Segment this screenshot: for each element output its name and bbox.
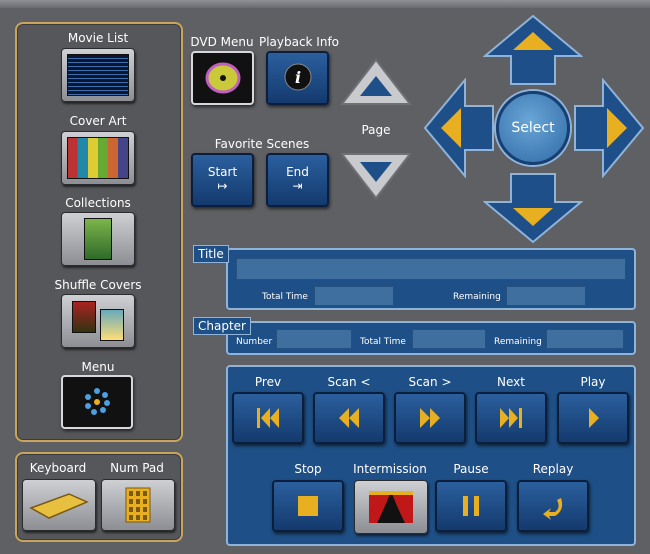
info-icon: i [284, 63, 312, 91]
prev-button[interactable] [232, 392, 304, 444]
intermission-label: Intermission [353, 462, 427, 476]
numpad-button[interactable] [101, 479, 175, 531]
dpad-up-button[interactable] [483, 14, 583, 86]
stop-label: Stop [294, 462, 322, 476]
pause-label: Pause [453, 462, 489, 476]
stop-icon [298, 496, 318, 516]
menu-icon [85, 388, 110, 415]
rewind-icon [339, 408, 359, 428]
title-tag: Title [193, 245, 229, 263]
page-up-button[interactable] [340, 58, 412, 106]
chapter-remaining-label: Remaining [494, 337, 542, 347]
keyboard-icon [29, 493, 89, 519]
favorite-scenes-label: Favorite Scenes [214, 137, 310, 151]
chapter-number-label: Number [236, 337, 273, 347]
replay-icon [543, 498, 563, 520]
select-button[interactable]: Select [496, 91, 570, 165]
disc-icon [205, 62, 241, 94]
menu-button[interactable] [61, 375, 133, 429]
next-label: Next [497, 375, 525, 389]
end-scene-label: End [286, 165, 309, 179]
chapter-remaining-field [546, 329, 624, 349]
playback-info-label: Playback Info [258, 35, 340, 49]
fast-forward-icon [420, 408, 440, 428]
chapter-tag: Chapter [193, 317, 251, 335]
collections-icon [84, 218, 112, 260]
play-icon [589, 408, 599, 428]
play-label: Play [580, 375, 606, 389]
skip-forward-icon [500, 408, 522, 428]
curtain-icon [369, 491, 413, 523]
collections-button[interactable] [61, 212, 135, 266]
chapter-number-field [276, 329, 352, 349]
start-scene-label: Start [207, 165, 238, 179]
dvd-menu-button[interactable] [191, 51, 254, 105]
dpad-down-button[interactable] [483, 172, 583, 244]
replay-button[interactable] [517, 480, 589, 532]
collections-label: Collections [65, 196, 131, 210]
keyboard-label: Keyboard [29, 461, 87, 475]
skip-back-icon [257, 408, 279, 428]
prev-label: Prev [254, 375, 282, 389]
end-arrow-icon: ⇥ [292, 179, 303, 193]
shuffle-covers-icon [72, 301, 96, 333]
cover-art-icon [67, 137, 129, 179]
select-label: Select [511, 120, 555, 136]
playback-info-button[interactable]: i [266, 51, 329, 105]
start-scene-button[interactable]: Start ↦ [191, 153, 254, 207]
numpad-label: Num Pad [110, 461, 164, 475]
play-button[interactable] [557, 392, 629, 444]
dpad-right-button[interactable] [573, 78, 645, 178]
page-down-button[interactable] [340, 152, 412, 200]
title-total-time-field [314, 286, 394, 306]
stop-button[interactable] [272, 480, 344, 532]
title-remaining-label: Remaining [453, 292, 501, 302]
scan-back-button[interactable] [313, 392, 385, 444]
end-scene-button[interactable]: End ⇥ [266, 153, 329, 207]
movie-list-icon [67, 54, 129, 96]
numpad-icon [125, 487, 151, 523]
title-field [236, 258, 626, 280]
chapter-total-time-field [412, 329, 486, 349]
svg-text:i: i [295, 68, 301, 87]
scan-forward-label: Scan > [408, 375, 452, 389]
shuffle-cover-2 [100, 309, 124, 341]
scan-back-label: Scan < [327, 375, 371, 389]
next-button[interactable] [475, 392, 547, 444]
menu-label: Menu [81, 360, 115, 374]
movie-list-label: Movie List [67, 31, 129, 45]
keyboard-button[interactable] [22, 479, 96, 531]
shuffle-covers-label: Shuffle Covers [54, 278, 142, 292]
chapter-total-time-label: Total Time [360, 337, 406, 347]
replay-label: Replay [532, 462, 574, 476]
dpad-left-button[interactable] [423, 78, 495, 178]
cover-art-button[interactable] [61, 131, 135, 185]
dvd-menu-label: DVD Menu [190, 35, 254, 49]
pause-icon [463, 496, 479, 516]
movie-list-button[interactable] [61, 48, 135, 102]
scan-forward-button[interactable] [394, 392, 466, 444]
intermission-button[interactable] [354, 480, 428, 534]
title-total-time-label: Total Time [262, 292, 308, 302]
page-label: Page [361, 123, 391, 137]
pause-button[interactable] [435, 480, 507, 532]
top-bar [0, 0, 650, 8]
start-arrow-icon: ↦ [217, 179, 228, 193]
shuffle-covers-button[interactable] [61, 294, 135, 348]
cover-art-label: Cover Art [69, 114, 127, 128]
title-remaining-field [506, 286, 586, 306]
